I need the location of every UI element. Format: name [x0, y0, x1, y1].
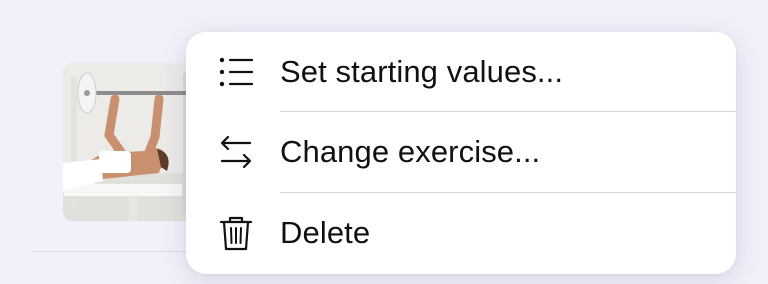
trash-icon — [216, 215, 256, 251]
menu-item-change-exercise[interactable]: Change exercise... — [186, 112, 736, 192]
menu-item-label: Set starting values... — [280, 54, 564, 89]
menu-item-label: Delete — [280, 215, 371, 250]
list-icon — [216, 54, 256, 90]
menu-item-set-starting-values[interactable]: Set starting values... — [186, 32, 736, 112]
context-menu: Set starting values... Change exercise..… — [186, 32, 736, 274]
menu-item-delete[interactable]: Delete — [186, 193, 736, 273]
swap-arrows-icon — [216, 134, 256, 170]
menu-item-label: Change exercise... — [280, 134, 541, 169]
